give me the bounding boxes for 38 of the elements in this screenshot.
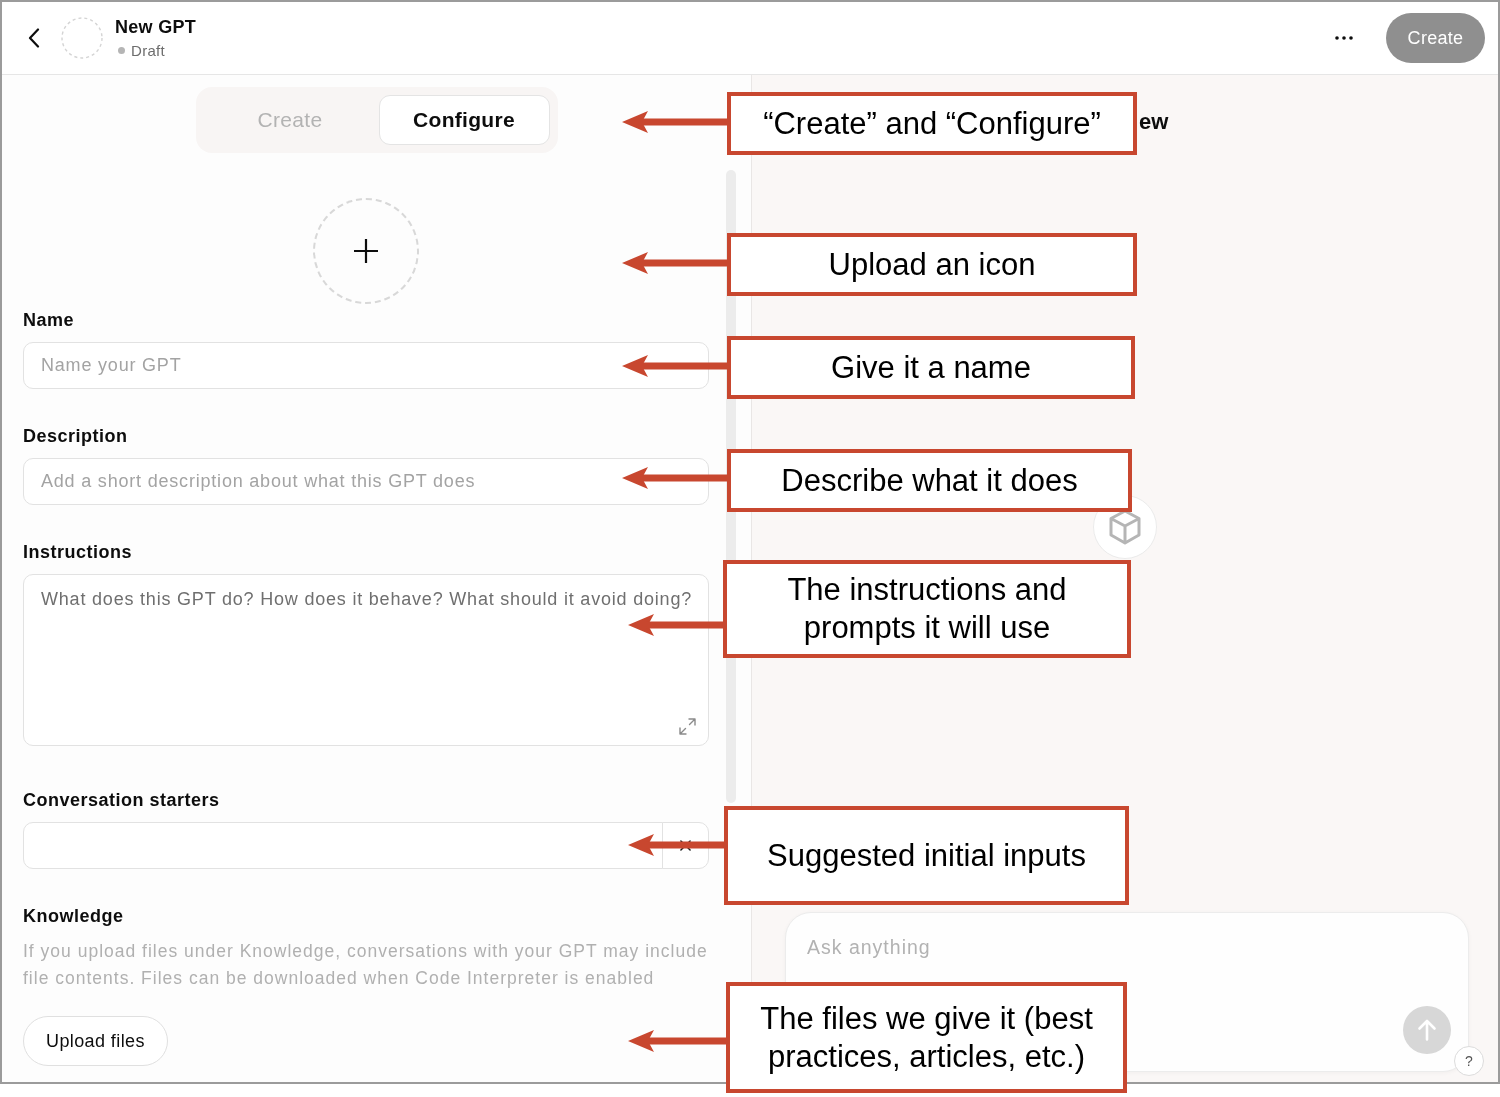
status-text: Draft	[131, 40, 165, 61]
pointer-arrow-icon	[622, 466, 727, 490]
field-label: Instructions	[23, 541, 132, 563]
help-button[interactable]: ?	[1454, 1046, 1484, 1076]
callout: Upload an icon	[727, 233, 1137, 296]
status-dot-icon	[118, 47, 125, 54]
pointer-arrow-icon	[622, 110, 727, 134]
input-field[interactable]: Add a short description about what this GPT does	[23, 458, 709, 505]
pointer-arrow-icon	[622, 251, 727, 275]
input-field[interactable]: Name your GPT	[23, 342, 709, 389]
plus-icon	[353, 238, 379, 264]
section-label: Knowledge	[23, 905, 124, 927]
chevron-left-icon	[28, 28, 40, 48]
callout: “Create” and “Configure”	[727, 92, 1137, 155]
preview-heading: ew	[1139, 108, 1169, 136]
callout: The files we give it (best practices, articles, etc.)	[726, 982, 1127, 1093]
pointer-arrow-icon	[628, 833, 724, 857]
text-area[interactable]: What does this GPT do? How does it behave? What should it avoid doing?	[23, 574, 709, 746]
callout: Suggested initial inputs	[724, 806, 1129, 905]
ellipsis-icon	[1335, 36, 1353, 40]
callout: The instructions and prompts it will use	[723, 560, 1131, 658]
upload-files-button[interactable]: Upload files	[23, 1016, 168, 1066]
arrow-up-icon	[1417, 1019, 1437, 1041]
field-label: Description	[23, 425, 128, 447]
callout: Give it a name	[727, 336, 1135, 399]
tab[interactable]: Configure	[378, 95, 550, 145]
pointer-arrow-icon	[622, 354, 727, 378]
field-label: Conversation starters	[23, 789, 220, 811]
pointer-arrow-icon	[628, 613, 723, 637]
expand-icon[interactable]	[679, 718, 696, 735]
pointer-arrow-icon	[628, 1029, 726, 1053]
dashed-circle-icon	[61, 17, 103, 59]
help-text: If you upload files under Knowledge, conversations with your GPT may include file contents. Files can be downloaded when Code Interpreter is enabled	[23, 940, 709, 990]
gpt-title: New GPT	[115, 15, 197, 38]
field-label: Name	[23, 309, 75, 331]
callout: Describe what it does	[727, 449, 1132, 512]
input-field[interactable]	[23, 822, 663, 869]
message-input[interactable]: Ask anything	[807, 934, 1451, 960]
